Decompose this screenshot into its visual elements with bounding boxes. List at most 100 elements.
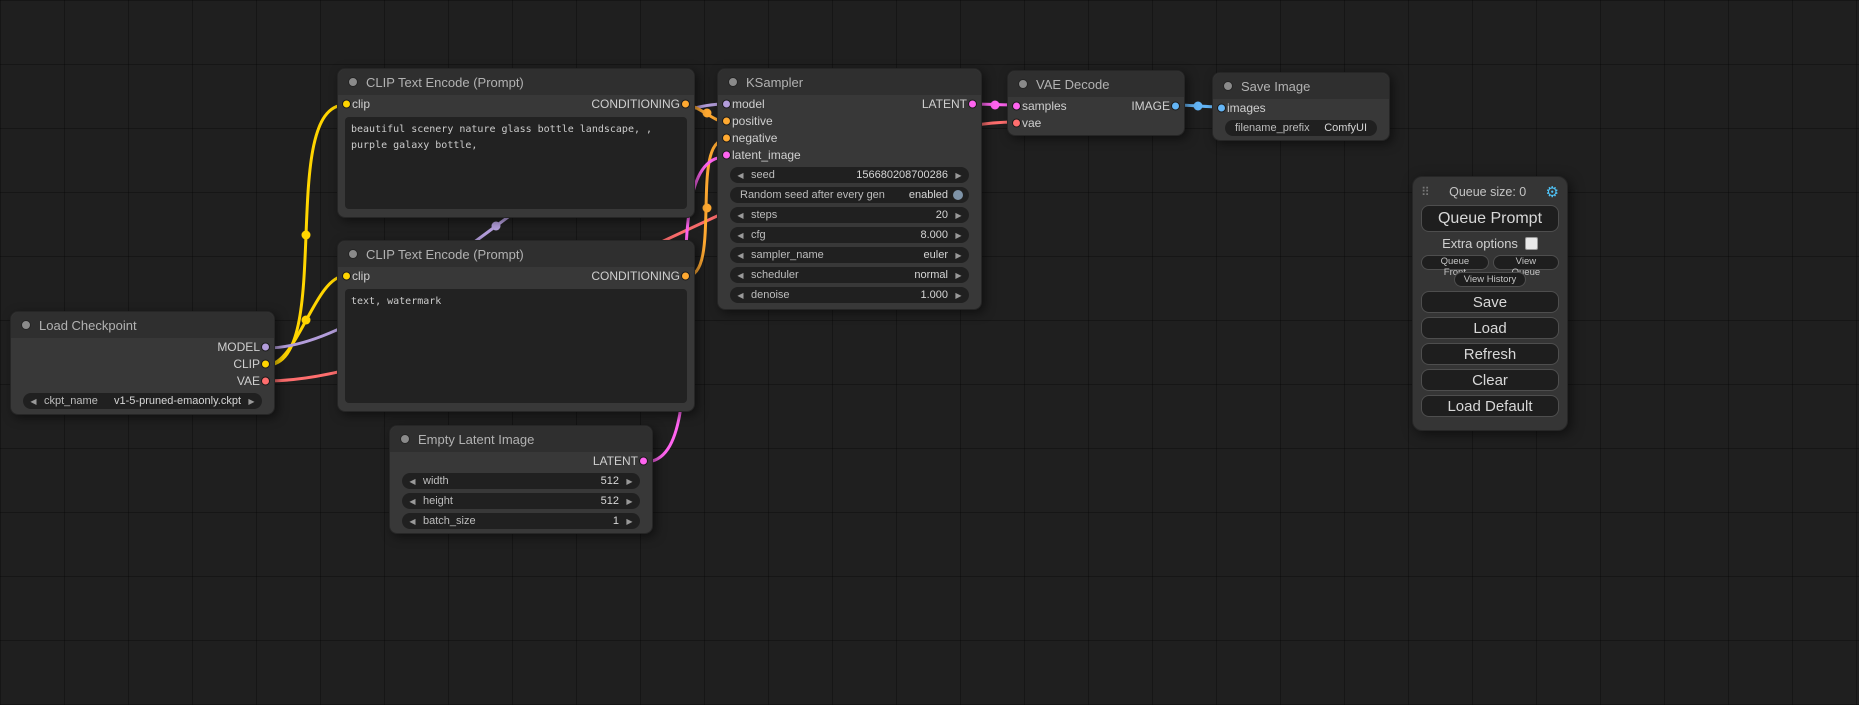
widget-ckpt-name[interactable]: ◀ ckpt_name v1-5-pruned-emaonly.ckpt ▶ — [23, 393, 262, 409]
collapse-dot-icon[interactable] — [348, 77, 358, 87]
node-clip-text-encode-positive[interactable]: CLIP Text Encode (Prompt) clip CONDITION… — [337, 68, 695, 218]
node-vae-decode[interactable]: VAE Decode samples IMAGE vae — [1007, 70, 1185, 136]
output-slot-model[interactable] — [261, 342, 270, 351]
settings-gear-icon[interactable]: ⚙ — [1546, 185, 1559, 200]
decrement-arrow-icon[interactable]: ◀ — [735, 291, 746, 300]
collapse-dot-icon[interactable] — [348, 249, 358, 259]
toggle-indicator[interactable] — [953, 190, 963, 200]
next-option-arrow-icon[interactable]: ▶ — [953, 271, 964, 280]
input-label-vae: vae — [1022, 116, 1041, 130]
drag-handle-icon[interactable]: ⠿ — [1421, 185, 1430, 199]
output-slot-conditioning[interactable] — [681, 100, 690, 109]
increment-arrow-icon[interactable]: ▶ — [953, 231, 964, 240]
increment-arrow-icon[interactable]: ▶ — [624, 497, 635, 506]
load-button[interactable]: Load — [1421, 317, 1559, 339]
node-title: Empty Latent Image — [418, 432, 534, 447]
extra-options-checkbox[interactable] — [1525, 237, 1538, 250]
input-slot-positive[interactable] — [722, 116, 731, 125]
load-default-button[interactable]: Load Default — [1421, 395, 1559, 417]
node-title: KSampler — [746, 75, 803, 90]
widget-filename-prefix[interactable]: filename_prefix ComfyUI — [1225, 120, 1377, 136]
negative-prompt-textarea[interactable]: text, watermark — [345, 289, 687, 403]
increment-arrow-icon[interactable]: ▶ — [624, 517, 635, 526]
output-slot-conditioning[interactable] — [681, 272, 690, 281]
collapse-dot-icon[interactable] — [400, 434, 410, 444]
widget-random-seed-toggle[interactable]: Random seed after every gen enabled — [730, 187, 969, 203]
decrement-arrow-icon[interactable]: ◀ — [407, 477, 418, 486]
collapse-dot-icon[interactable] — [728, 77, 738, 87]
increment-arrow-icon[interactable]: ▶ — [624, 477, 635, 486]
queue-prompt-button[interactable]: Queue Prompt — [1421, 205, 1559, 232]
widget-value: euler — [924, 249, 953, 261]
save-button[interactable]: Save — [1421, 291, 1559, 313]
collapse-dot-icon[interactable] — [1018, 79, 1028, 89]
output-row-model: MODEL — [11, 338, 274, 355]
output-slot-vae[interactable] — [261, 376, 270, 385]
node-header[interactable]: Save Image — [1213, 73, 1389, 99]
widget-batch-size[interactable]: ◀ batch_size 1 ▶ — [402, 513, 640, 529]
node-save-image[interactable]: Save Image images filename_prefix ComfyU… — [1212, 72, 1390, 141]
view-history-button[interactable]: View History — [1454, 272, 1527, 287]
widget-seed[interactable]: ◀ seed 156680208700286 ▶ — [730, 167, 969, 183]
next-option-arrow-icon[interactable]: ▶ — [953, 251, 964, 260]
node-header[interactable]: VAE Decode — [1008, 71, 1184, 97]
view-queue-button[interactable]: View Queue — [1493, 255, 1559, 270]
widget-label: scheduler — [746, 269, 799, 281]
widget-width[interactable]: ◀ width 512 ▶ — [402, 473, 640, 489]
clear-button[interactable]: Clear — [1421, 369, 1559, 391]
input-slot-images[interactable] — [1217, 103, 1226, 112]
input-slot-samples[interactable] — [1012, 101, 1021, 110]
output-slot-latent[interactable] — [639, 456, 648, 465]
node-header[interactable]: Load Checkpoint — [11, 312, 274, 338]
widget-denoise[interactable]: ◀ denoise 1.000 ▶ — [730, 287, 969, 303]
graph-canvas[interactable]: { "icons": { "left_arrow": "◀", "right_a… — [0, 0, 1859, 705]
queue-actions-row: Queue Front View Queue — [1421, 255, 1559, 270]
input-slot-latent-image[interactable] — [722, 150, 731, 159]
decrement-arrow-icon[interactable]: ◀ — [407, 517, 418, 526]
output-slot-image[interactable] — [1171, 101, 1180, 110]
node-clip-text-encode-negative[interactable]: CLIP Text Encode (Prompt) clip CONDITION… — [337, 240, 695, 412]
link-clip-to-negative-encode — [267, 276, 345, 365]
decrement-arrow-icon[interactable]: ◀ — [407, 497, 418, 506]
collapse-dot-icon[interactable] — [1223, 81, 1233, 91]
node-ksampler[interactable]: KSampler model LATENT positive negative … — [717, 68, 982, 310]
prev-option-arrow-icon[interactable]: ◀ — [28, 397, 39, 406]
widget-cfg[interactable]: ◀ cfg 8.000 ▶ — [730, 227, 969, 243]
input-slot-clip[interactable] — [342, 100, 351, 109]
queue-front-button[interactable]: Queue Front — [1421, 255, 1489, 270]
decrement-arrow-icon[interactable]: ◀ — [735, 231, 746, 240]
input-slot-model[interactable] — [722, 99, 731, 108]
node-header[interactable]: CLIP Text Encode (Prompt) — [338, 69, 694, 95]
prev-option-arrow-icon[interactable]: ◀ — [735, 251, 746, 260]
increment-arrow-icon[interactable]: ▶ — [953, 211, 964, 220]
positive-prompt-textarea[interactable]: beautiful scenery nature glass bottle la… — [345, 117, 687, 209]
collapse-dot-icon[interactable] — [21, 320, 31, 330]
increment-arrow-icon[interactable]: ▶ — [953, 171, 964, 180]
widget-value: 20 — [936, 209, 953, 221]
widget-scheduler[interactable]: ◀ scheduler normal ▶ — [730, 267, 969, 283]
input-slot-negative[interactable] — [722, 133, 731, 142]
output-slot-latent[interactable] — [968, 99, 977, 108]
node-header[interactable]: Empty Latent Image — [390, 426, 652, 452]
output-label-conditioning: CONDITIONING — [591, 269, 680, 283]
widget-label: cfg — [746, 229, 766, 241]
next-option-arrow-icon[interactable]: ▶ — [246, 397, 257, 406]
input-slot-clip[interactable] — [342, 272, 351, 281]
node-empty-latent-image[interactable]: Empty Latent Image LATENT ◀ width 512 ▶ … — [389, 425, 653, 534]
input-label-clip: clip — [352, 269, 370, 283]
widget-sampler-name[interactable]: ◀ sampler_name euler ▶ — [730, 247, 969, 263]
widget-steps[interactable]: ◀ steps 20 ▶ — [730, 207, 969, 223]
widget-height[interactable]: ◀ height 512 ▶ — [402, 493, 640, 509]
decrement-arrow-icon[interactable]: ◀ — [735, 211, 746, 220]
node-load-checkpoint[interactable]: Load Checkpoint MODEL CLIP VAE ◀ ckpt_na… — [10, 311, 275, 415]
node-title: CLIP Text Encode (Prompt) — [366, 75, 524, 90]
increment-arrow-icon[interactable]: ▶ — [953, 291, 964, 300]
input-slot-vae[interactable] — [1012, 118, 1021, 127]
refresh-button[interactable]: Refresh — [1421, 343, 1559, 365]
prev-option-arrow-icon[interactable]: ◀ — [735, 271, 746, 280]
node-header[interactable]: CLIP Text Encode (Prompt) — [338, 241, 694, 267]
decrement-arrow-icon[interactable]: ◀ — [735, 171, 746, 180]
input-label-negative: negative — [732, 131, 777, 145]
node-header[interactable]: KSampler — [718, 69, 981, 95]
output-slot-clip[interactable] — [261, 359, 270, 368]
